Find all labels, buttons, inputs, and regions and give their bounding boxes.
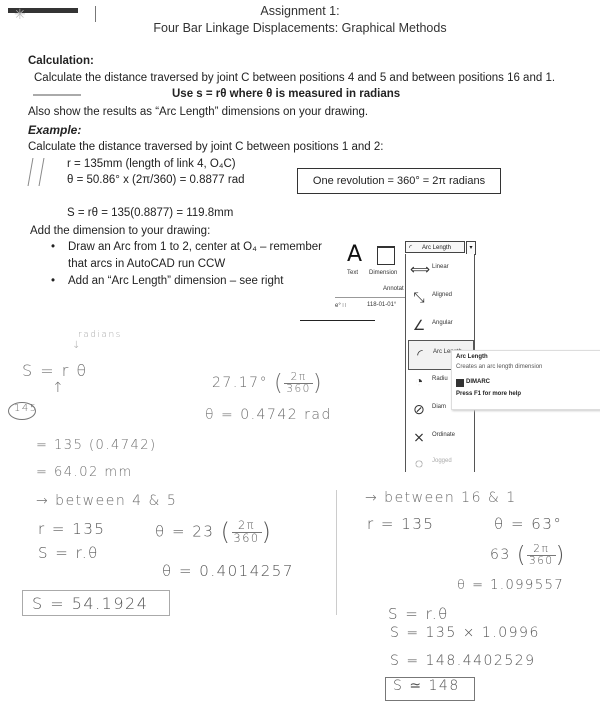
angular-dim-icon: ∠ [412,317,426,333]
ribbon-divider [335,297,415,298]
example-heading: Example: [28,123,82,137]
fraction-denominator: 360 [286,382,311,395]
radius-icon: ◔ [414,373,424,389]
s-eq-r-theta: S = r θ [22,361,88,380]
page-fold-line [336,490,337,615]
bullet-item: Add an “Arc Length” dimension – see righ… [51,275,283,287]
bullet-item: Draw an Arc from 1 to 2, center at O₄ – … [51,241,322,253]
menu-item-jogged[interactable]: ◌ Jogged [408,450,472,478]
assignment-title: Assignment 1: [260,4,340,18]
section-4-5-theta-expression: θ = 23 (2π 360) [155,518,273,546]
fraction-numerator: 2π [231,520,262,533]
diameter-icon: ⊘ [413,401,425,417]
example-task: Calculate the distance traversed by join… [28,141,384,153]
menu-item-label: Radiu [432,376,448,382]
section-16-1-s-value: S = 148.4402529 [390,653,536,669]
section-16-1-theta-expression: 63 (2π 360) [490,542,566,568]
arrow-up-icon: ↑ [52,380,66,396]
aligned-dim-icon: ⤡ [413,289,425,305]
section-16-1-r: r = 135 [367,515,435,533]
tooltip-title: Arc Length [456,354,488,360]
text-tool-label[interactable]: Text [347,270,358,276]
tooltip-description: Creates an arc length dimension [456,364,543,370]
add-dimension-heading: Add the dimension to your drawing: [30,225,211,237]
hand-bracket-mark [27,158,45,186]
menu-item-ordinate[interactable]: ⨯ Ordinate [408,424,472,452]
section-4-5-heading: → between 4 & 5 [36,493,178,509]
arc-length-tooltip: Arc Length Creates an arc length dimensi… [451,350,600,410]
menu-item-label: Ordinate [432,432,456,438]
jogged-icon: ◌ [414,455,424,471]
tooltip-command: DIMARC [466,379,490,385]
autocad-annotate-panel: A Text Dimension Annotat e° ∷ 118-01-01°… [300,240,600,480]
dropdown-arrow-icon[interactable]: ▾ [466,241,476,255]
tooltip-help: Press F1 for more help [456,391,522,397]
menu-item-label: Angular [432,320,453,326]
circled-value: 145 [14,403,38,414]
theta-value-line: θ = 50.86° x (2π/360) = 0.8877 rad [67,174,245,186]
arrow-down-icon: ↓ [72,340,82,351]
section-16-1-s-substitution: S = 135 × 1.0996 [390,625,540,641]
dimension-tool-label[interactable]: Dimension [369,270,397,276]
calc-result: = 64.02 mm [36,465,133,480]
coords-prefix: e° ∷ [335,303,347,309]
section-4-5-s-formula: S = r.θ [38,544,99,562]
menu-item-linear[interactable]: ⟺ Linear [408,256,472,284]
calculation-instruction: Calculate the distance traversed by join… [34,72,556,84]
dimension-tool-icon[interactable] [377,246,395,265]
menu-item-label: Diam [432,404,447,410]
arc-length-icon: ◜ [417,346,423,362]
linear-dim-icon: ⟺ [410,261,431,277]
fraction-denominator: 360 [233,531,260,545]
angle-degrees: 27.17° [212,375,269,391]
arc-length-icon: ◜ [409,243,413,252]
section-16-1-theta-deg: θ = 63° [494,515,563,533]
bullet-item-continued: that arcs in AutoCAD run CCW [68,258,226,270]
fraction-numerator: 2π [527,544,556,556]
radians-note: radians [78,330,122,340]
section-16-1-heading: → between 16 & 1 [365,490,517,506]
menu-item-angular[interactable]: ∠ Angular [408,312,472,340]
dropdown-selected-label: Arc Length [422,245,452,251]
drawing-line [300,320,375,321]
fraction-numerator: 2π [284,372,313,384]
section-16-1-theta-value: θ = 1.099557 [457,578,565,593]
annotate-group-label: Annotat [383,286,404,292]
calculation-heading: Calculation: [28,55,94,67]
r-value-line: r = 135mm (length of link 4, O₄C) [67,158,236,170]
text-tool-icon[interactable]: A [347,242,362,267]
dimension-dropdown[interactable]: ◜ Arc Length [405,241,465,253]
menu-item-label: Aligned [432,292,453,298]
also-show-note: Also show the results as “Arc Length” di… [28,106,369,118]
theta-degrees: 63 [490,547,511,563]
section-4-5-theta-value: θ = 0.4014257 [162,562,294,580]
command-icon [456,379,464,387]
section-16-1-s-formula: S = r.θ [388,605,449,623]
section-16-1-s-result: S ≃ 148 [393,678,460,694]
menu-item-aligned[interactable]: ⤡ Aligned [408,284,472,312]
assignment-subtitle: Four Bar Linkage Displacements: Graphica… [153,21,447,35]
fraction-denominator: 360 [529,554,554,567]
angle-expression: 27.17° (2π 360) [212,370,324,396]
theta-result: θ = 0.4742 rad [205,407,332,423]
menu-item-label: Jogged [432,458,452,464]
ordinate-icon: ⨯ [413,429,425,445]
strike-mark [33,94,81,96]
formula-note: Use s = rθ where θ is measured in radian… [172,88,401,100]
calc-substitution: = 135 (0.4742) [36,438,157,453]
theta-degrees: θ = 23 [155,522,215,541]
coords-value: 118-01-01° [367,302,397,308]
section-4-5-r: r = 135 [38,520,106,538]
revolution-box: One revolution = 360° = 2π radians [297,168,501,194]
menu-item-label: Linear [432,264,449,270]
s-value-line: S = rθ = 135(0.8877) = 119.8mm [67,207,234,219]
section-4-5-s-result: S = 54.1924 [32,594,149,613]
